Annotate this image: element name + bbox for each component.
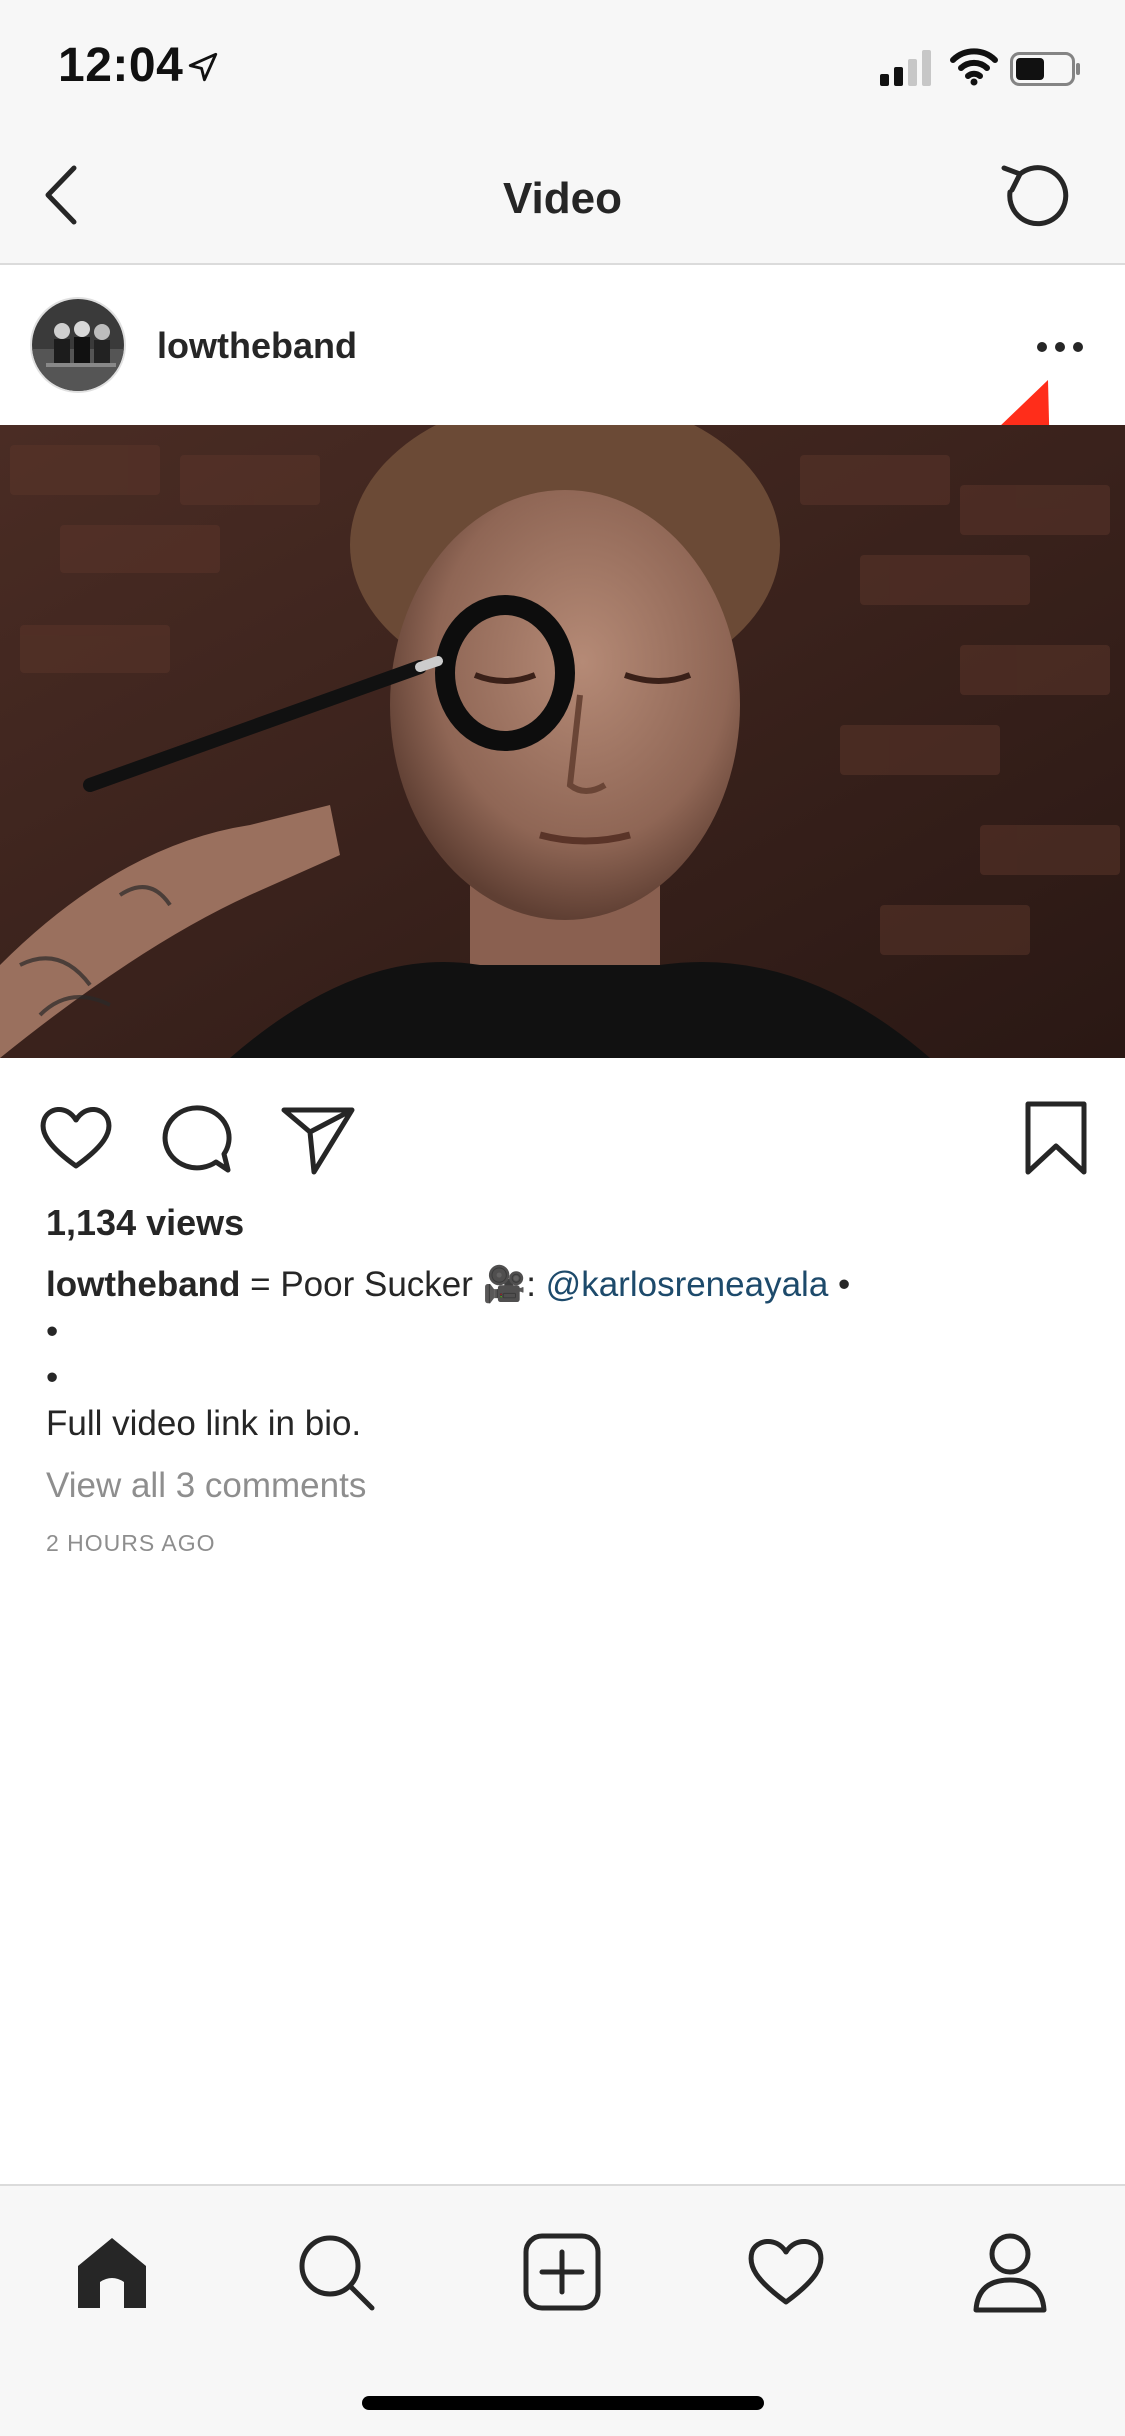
home-indicator[interactable] xyxy=(362,2396,764,2410)
caption-line: Full video link in bio. xyxy=(46,1404,362,1443)
caption: lowtheband = Poor Sucker 🎥: @karlosrenea… xyxy=(46,1262,1086,1308)
location-arrow-icon xyxy=(188,52,218,82)
activity-heart-icon[interactable] xyxy=(744,2230,828,2314)
page-title: Video xyxy=(502,174,622,223)
post-username[interactable]: lowtheband xyxy=(157,325,357,367)
avatar[interactable] xyxy=(30,297,126,393)
video-player[interactable] xyxy=(0,425,1125,1058)
home-icon[interactable] xyxy=(70,2230,154,2314)
caption-text: = Poor Sucker 🎥: xyxy=(240,1265,546,1304)
bookmark-icon[interactable] xyxy=(1016,1098,1096,1178)
share-icon[interactable] xyxy=(278,1098,358,1178)
battery-icon xyxy=(1010,52,1080,86)
caption-username[interactable]: lowtheband xyxy=(46,1265,240,1304)
video-frame xyxy=(0,425,1125,1058)
heart-icon[interactable] xyxy=(36,1098,116,1178)
more-dots-icon[interactable] xyxy=(1020,317,1100,377)
comment-icon[interactable] xyxy=(158,1098,238,1178)
view-comments-link[interactable]: View all 3 comments xyxy=(46,1466,366,1506)
cellular-signal-icon xyxy=(880,50,931,86)
wifi-icon xyxy=(950,48,998,86)
caption-tail: • xyxy=(828,1265,851,1304)
caption-bullet: • xyxy=(46,1358,59,1397)
post-timestamp: 2 HOURS AGO xyxy=(46,1530,216,1556)
post-actions xyxy=(0,1058,1125,1208)
post-header: lowtheband xyxy=(0,267,1125,425)
status-time: 12:04 xyxy=(58,39,184,92)
caption-bullet: • xyxy=(46,1312,59,1351)
search-icon[interactable] xyxy=(294,2230,378,2314)
nav-bar: Video xyxy=(0,130,1125,265)
status-bar: 12:04 xyxy=(0,0,1125,130)
profile-icon[interactable] xyxy=(968,2230,1052,2314)
caption-mention-link[interactable]: @karlosreneayala xyxy=(546,1265,829,1304)
new-post-icon[interactable] xyxy=(520,2230,604,2314)
view-count: 1,134 views xyxy=(46,1202,245,1243)
refresh-icon[interactable] xyxy=(996,158,1076,238)
